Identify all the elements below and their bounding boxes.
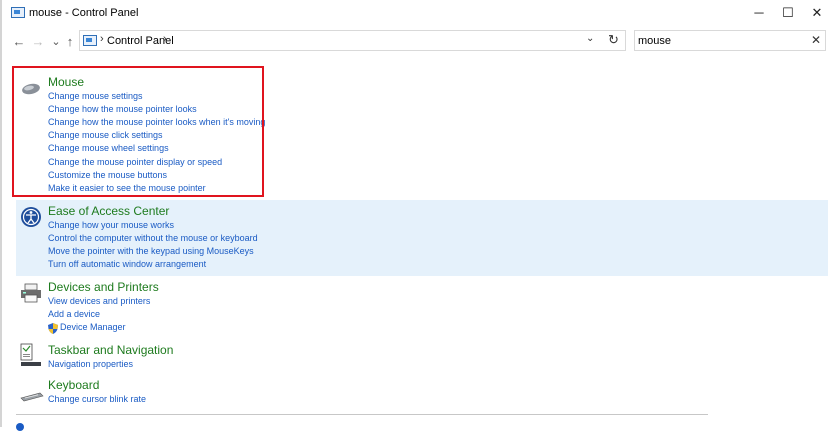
- group-title-taskbar-navigation[interactable]: Taskbar and Navigation: [48, 343, 173, 357]
- link-view-devices[interactable]: View devices and printers: [48, 296, 150, 306]
- link-device-manager[interactable]: Device Manager: [60, 322, 126, 332]
- refresh-icon[interactable]: ↻: [608, 32, 619, 48]
- link-control-without-mouse[interactable]: Control the computer without the mouse o…: [48, 233, 258, 243]
- clear-search-icon[interactable]: ✕: [811, 33, 821, 47]
- group-title-ease-of-access[interactable]: Ease of Access Center: [48, 204, 169, 218]
- result-group-ease-of-access: Ease of Access Center Change how your mo…: [16, 200, 828, 276]
- group-title-devices-printers[interactable]: Devices and Printers: [48, 280, 159, 294]
- close-button[interactable]: ✕: [805, 4, 829, 22]
- shield-icon: [48, 321, 58, 339]
- link-navigation-properties[interactable]: Navigation properties: [48, 359, 133, 369]
- breadcrumb-separator[interactable]: ›: [163, 33, 167, 45]
- result-group-devices-printers: Devices and Printers View devices and pr…: [16, 278, 828, 336]
- window-title: mouse - Control Panel: [29, 7, 139, 19]
- link-how-mouse-works[interactable]: Change how your mouse works: [48, 220, 174, 230]
- forward-button[interactable]: →: [30, 34, 46, 49]
- back-button[interactable]: ←: [11, 34, 27, 49]
- result-group-keyboard: Keyboard Change cursor blink rate: [16, 378, 828, 410]
- highlight-box: [12, 66, 264, 197]
- search-input[interactable]: [638, 33, 798, 48]
- window-left-border: [0, 0, 2, 427]
- link-mousekeys[interactable]: Move the pointer with the keypad using M…: [48, 246, 254, 256]
- up-button[interactable]: ↑: [62, 34, 78, 49]
- control-panel-icon: [83, 35, 97, 46]
- link-add-device[interactable]: Add a device: [48, 309, 100, 319]
- taskbar-icon: [20, 343, 42, 372]
- result-group-taskbar-navigation: Taskbar and Navigation Navigation proper…: [16, 340, 828, 374]
- printer-icon: [20, 283, 42, 308]
- address-dropdown-icon[interactable]: ⌄: [586, 33, 594, 44]
- results-divider: [16, 414, 708, 415]
- minimize-button[interactable]: ─: [747, 4, 771, 22]
- maximize-button[interactable]: ☐: [776, 4, 800, 22]
- control-panel-icon: [11, 7, 25, 18]
- title-bar: mouse - Control Panel ─ ☐ ✕: [0, 0, 836, 28]
- next-result-icon: [16, 423, 24, 431]
- group-title-keyboard[interactable]: Keyboard: [48, 378, 99, 392]
- address-bar[interactable]: › Control Panel › ⌄ ↻: [79, 30, 626, 51]
- keyboard-icon: [20, 389, 44, 407]
- breadcrumb-separator[interactable]: ›: [100, 33, 104, 45]
- link-window-arrangement[interactable]: Turn off automatic window arrangement: [48, 259, 206, 269]
- search-box[interactable]: ✕: [634, 30, 826, 51]
- link-cursor-blink-rate[interactable]: Change cursor blink rate: [48, 394, 146, 404]
- ease-of-access-icon: [20, 206, 42, 233]
